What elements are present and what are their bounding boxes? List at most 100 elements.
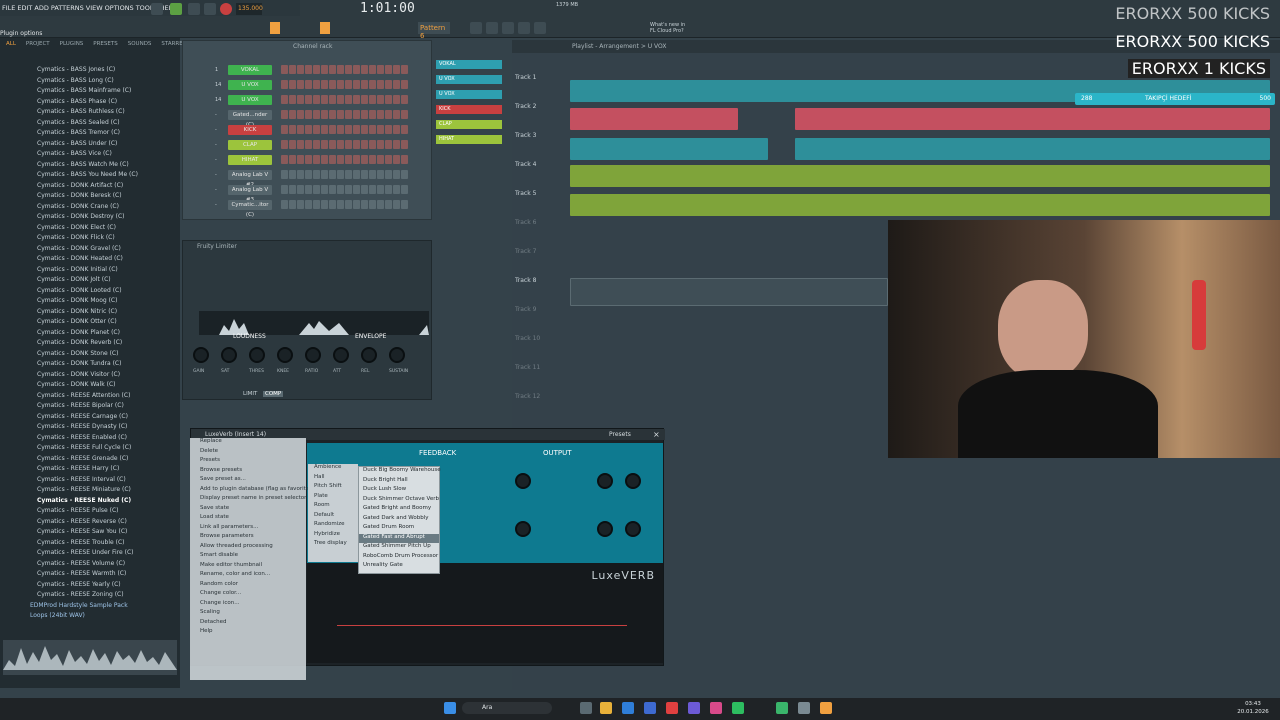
mixer-strip[interactable]: U VOX xyxy=(436,75,502,84)
step-button[interactable] xyxy=(369,110,376,119)
peak-gain-knob[interactable] xyxy=(625,473,641,489)
browser-item[interactable]: Cymatics - BASS Long (C) xyxy=(0,77,180,88)
browser-item[interactable]: Cymatics - DONK Reverb (C) xyxy=(0,339,180,350)
context-menu-item[interactable]: Delete xyxy=(190,448,306,458)
step-button[interactable] xyxy=(321,125,328,134)
browser-item[interactable]: Cymatics - DONK Gravel (C) xyxy=(0,245,180,256)
track-header[interactable]: Track 7 xyxy=(515,248,536,255)
channel-number[interactable]: 14 xyxy=(215,97,225,103)
step-button[interactable] xyxy=(289,125,296,134)
clip-pattern-8[interactable] xyxy=(570,278,888,306)
channel-number[interactable]: - xyxy=(215,142,225,148)
step-button[interactable] xyxy=(297,80,304,89)
limiter-knob[interactable] xyxy=(305,347,321,363)
limiter-knob[interactable] xyxy=(277,347,293,363)
context-menu-item[interactable]: Presets xyxy=(190,457,306,467)
step-button[interactable] xyxy=(329,170,336,179)
step-button[interactable] xyxy=(321,65,328,74)
mixer-strip[interactable]: CLAP xyxy=(436,120,502,129)
step-button[interactable] xyxy=(369,155,376,164)
browser-item[interactable]: Cymatics - DONK Moog (C) xyxy=(0,297,180,308)
step-button[interactable] xyxy=(401,125,408,134)
clip-kick-1[interactable] xyxy=(570,108,738,130)
browser-item[interactable]: Cymatics - DONK Planet (C) xyxy=(0,329,180,340)
channel-number[interactable]: - xyxy=(215,202,225,208)
step-button[interactable] xyxy=(401,140,408,149)
step-button[interactable] xyxy=(345,155,352,164)
step-button[interactable] xyxy=(313,125,320,134)
playlist-icon[interactable] xyxy=(470,22,482,34)
step-button[interactable] xyxy=(337,140,344,149)
piano-roll-icon[interactable] xyxy=(486,22,498,34)
step-button[interactable] xyxy=(401,110,408,119)
obs-icon[interactable] xyxy=(798,702,810,714)
browser-item[interactable]: Cymatics - DONK Elect (C) xyxy=(0,224,180,235)
step-button[interactable] xyxy=(337,110,344,119)
channel-name-button[interactable]: Analog Lab V #3 xyxy=(228,184,272,203)
step-button[interactable] xyxy=(297,185,304,194)
menu-patterns[interactable]: PATTERNS xyxy=(51,4,84,12)
step-button[interactable] xyxy=(313,140,320,149)
browser-item[interactable]: Cymatics - DONK Destroy (C) xyxy=(0,213,180,224)
browser-item[interactable]: Cymatics - DONK Crane (C) xyxy=(0,203,180,214)
step-button[interactable] xyxy=(377,125,384,134)
browser-item[interactable]: Cymatics - REESE Bipolar (C) xyxy=(0,402,180,413)
browser-item[interactable]: Cymatics - REESE Dynasty (C) xyxy=(0,423,180,434)
step-button[interactable] xyxy=(369,200,376,209)
channel-number[interactable]: 1 xyxy=(215,67,225,73)
step-button[interactable] xyxy=(345,95,352,104)
mixer-strip[interactable]: HIHAT xyxy=(436,135,502,144)
step-button[interactable] xyxy=(313,80,320,89)
context-menu-item[interactable]: Rename, color and icon... xyxy=(190,571,306,581)
step-button[interactable] xyxy=(361,95,368,104)
step-button[interactable] xyxy=(369,140,376,149)
comp-mode[interactable]: COMP xyxy=(263,391,284,397)
submenu-item[interactable]: Ambience xyxy=(308,464,358,474)
task-view-icon[interactable] xyxy=(580,702,592,714)
step-button[interactable] xyxy=(377,80,384,89)
limiter-knob[interactable] xyxy=(221,347,237,363)
limiter-knob[interactable] xyxy=(389,347,405,363)
step-button[interactable] xyxy=(305,65,312,74)
step-button[interactable] xyxy=(345,140,352,149)
step-button[interactable] xyxy=(361,155,368,164)
clip-kick-2[interactable] xyxy=(795,108,1270,130)
step-button[interactable] xyxy=(393,95,400,104)
context-menu-item[interactable]: Change color... xyxy=(190,590,306,600)
browser-folder[interactable]: EDMProd Hardstyle Sample Pack xyxy=(0,602,180,613)
channel-name-button[interactable]: HIHAT xyxy=(228,154,272,165)
step-button[interactable] xyxy=(385,140,392,149)
mixer-strip[interactable]: U VOX xyxy=(436,90,502,99)
width-knob[interactable] xyxy=(625,521,641,537)
track-header[interactable]: Track 12 xyxy=(515,393,540,400)
presets-label[interactable]: Presets xyxy=(609,431,631,438)
context-menu-item[interactable]: Allow threaded processing xyxy=(190,543,306,553)
step-button[interactable] xyxy=(345,125,352,134)
step-button[interactable] xyxy=(337,65,344,74)
step-button[interactable] xyxy=(377,110,384,119)
preset-item[interactable]: Gated Drum Room xyxy=(359,524,439,534)
preset-item[interactable]: Duck Shimmer Octave Verb xyxy=(359,496,439,506)
step-button[interactable] xyxy=(281,155,288,164)
context-menu-item[interactable]: Change icon... xyxy=(190,600,306,610)
step-button[interactable] xyxy=(385,155,392,164)
step-button[interactable] xyxy=(377,185,384,194)
step-button[interactable] xyxy=(393,80,400,89)
step-button[interactable] xyxy=(361,200,368,209)
preset-item[interactable]: Duck Lush Slow xyxy=(359,486,439,496)
step-button[interactable] xyxy=(289,185,296,194)
pattern-selector[interactable]: Pattern 6 xyxy=(418,22,450,40)
step-button[interactable] xyxy=(337,170,344,179)
step-button[interactable] xyxy=(385,200,392,209)
step-button[interactable] xyxy=(313,95,320,104)
track-header[interactable]: Track 11 xyxy=(515,364,540,371)
track-header[interactable]: Track 5 xyxy=(515,190,536,197)
step-button[interactable] xyxy=(369,80,376,89)
step-button[interactable] xyxy=(345,200,352,209)
step-button[interactable] xyxy=(305,140,312,149)
channel-number[interactable]: 14 xyxy=(215,82,225,88)
browser-item[interactable]: Cymatics - DONK Initial (C) xyxy=(0,266,180,277)
track-header[interactable]: Track 2 xyxy=(515,103,536,110)
step-button[interactable] xyxy=(393,185,400,194)
step-button[interactable] xyxy=(345,65,352,74)
